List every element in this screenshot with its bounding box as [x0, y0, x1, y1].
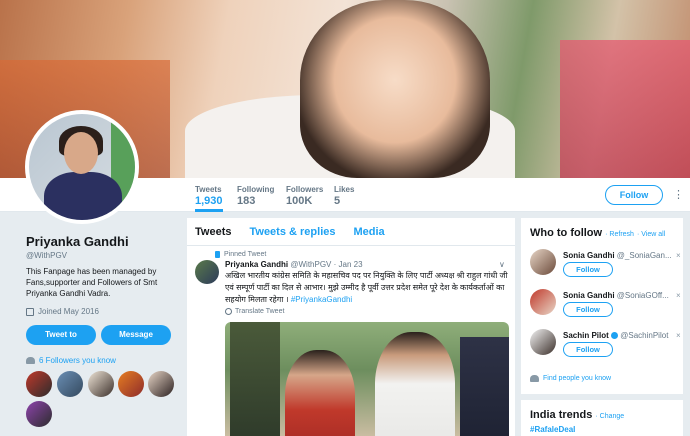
tweet-avatar[interactable]	[195, 260, 219, 284]
stat-likes-value: 5	[334, 195, 341, 207]
translate-text: Translate Tweet	[235, 308, 285, 315]
follower-avatar[interactable]	[88, 371, 114, 397]
suggestion-avatar[interactable]	[530, 329, 556, 355]
tab-tweets-replies[interactable]: Tweets & replies	[249, 226, 335, 238]
suggestion-follow-button[interactable]: Follow	[563, 342, 613, 357]
who-to-follow-title: Who to follow · Refresh · View all	[530, 227, 665, 239]
followers-you-know-text: 6 Followers you know	[39, 356, 116, 365]
verified-icon	[611, 332, 619, 340]
tweet-hashtag[interactable]: #PriyankaGandhi	[291, 295, 352, 304]
profile-bio: This Fanpage has been managed by Fans,su…	[26, 267, 158, 298]
pin-icon	[215, 251, 220, 258]
stat-likes-label: Likes	[334, 185, 355, 194]
globe-icon	[225, 308, 232, 315]
tweet-body: अखिल भारतीय कांग्रेस समिति के महासचिव पद…	[225, 271, 508, 304]
joined-text: Joined May 2016	[38, 307, 99, 316]
suggestion-name[interactable]: Sonia Gandhi @_SoniaGan...	[563, 251, 671, 260]
stat-tweets-label: Tweets	[195, 185, 222, 194]
followers-you-know-link[interactable]: 6 Followers you know	[26, 356, 116, 365]
stat-following[interactable]: Following 183	[237, 185, 274, 207]
find-people-link[interactable]: Find people you know	[530, 375, 611, 382]
stat-followers-value: 100K	[286, 195, 313, 207]
tweet-meta[interactable]: @WithPGV · Jan 23	[290, 260, 362, 269]
stat-likes[interactable]: Likes 5	[334, 185, 354, 207]
close-icon[interactable]: ×	[676, 291, 681, 300]
tab-tweets[interactable]: Tweets	[195, 226, 231, 238]
follower-avatar[interactable]	[57, 371, 83, 397]
suggestion-item: Sonia Gandhi @_SoniaGan... Follow ×	[530, 249, 681, 287]
profile-avatar[interactable]	[25, 110, 139, 224]
tweet-text: अखिल भारतीय कांग्रेस समिति के महासचिव पद…	[225, 270, 509, 306]
suggestion-avatar[interactable]	[530, 289, 556, 315]
chevron-down-icon[interactable]: ∨	[499, 260, 505, 269]
follower-avatar[interactable]	[118, 371, 144, 397]
people-icon	[530, 375, 539, 382]
tweet-author[interactable]: Priyanka Gandhi	[225, 260, 288, 269]
suggestion-name[interactable]: Sonia Gandhi @SoniaGOff...	[563, 291, 671, 300]
follower-avatar[interactable]	[26, 371, 52, 397]
profile-handle[interactable]: @WithPGV	[26, 251, 67, 260]
tweet-header: Priyanka Gandhi @WithPGV · Jan 23	[225, 260, 363, 269]
more-options-icon[interactable]: ⋮	[673, 188, 684, 201]
pinned-tweet-label: Pinned Tweet	[215, 251, 266, 258]
tweet-photo[interactable]	[225, 322, 509, 436]
translate-tweet-link[interactable]: Translate Tweet	[225, 308, 284, 315]
suggestion-name[interactable]: Sachin Pilot @SachinPilot	[563, 331, 671, 340]
tab-media[interactable]: Media	[353, 226, 384, 238]
refresh-link[interactable]: · Refresh	[605, 231, 634, 238]
suggestion-item: Sachin Pilot @SachinPilot Follow ×	[530, 329, 681, 367]
message-button[interactable]: Message	[101, 325, 171, 345]
stat-following-label: Following	[237, 185, 275, 194]
stat-tweets-value: 1,930	[195, 195, 223, 207]
trends-title: India trends · Change	[530, 409, 624, 421]
profile-joined: Joined May 2016	[26, 307, 99, 316]
follow-button[interactable]: Follow	[605, 185, 663, 205]
close-icon[interactable]: ×	[676, 251, 681, 260]
suggestion-avatar[interactable]	[530, 249, 556, 275]
change-link[interactable]: · Change	[595, 413, 624, 420]
view-all-link[interactable]: · View all	[637, 231, 665, 238]
tweet-to-button[interactable]: Tweet to	[26, 325, 96, 345]
timeline-tabs: Tweets Tweets & replies Media	[187, 218, 515, 246]
follower-avatar[interactable]	[148, 371, 174, 397]
stat-tweets[interactable]: Tweets 1,930	[195, 178, 223, 212]
calendar-icon	[26, 307, 34, 316]
suggestion-item: Sonia Gandhi @SoniaGOff... Follow ×	[530, 289, 681, 327]
people-icon	[26, 357, 35, 364]
suggestion-follow-button[interactable]: Follow	[563, 302, 613, 317]
trend-item[interactable]: #RafaleDeal	[530, 425, 575, 434]
stat-followers-label: Followers	[286, 185, 324, 194]
trends-panel: India trends · Change #RafaleDeal	[521, 400, 683, 436]
suggestion-follow-button[interactable]: Follow	[563, 262, 613, 277]
trends-heading: India trends	[530, 409, 593, 421]
pinned-text: Pinned Tweet	[224, 251, 267, 258]
close-icon[interactable]: ×	[676, 331, 681, 340]
who-to-follow-heading: Who to follow	[530, 227, 603, 239]
find-people-text: Find people you know	[543, 375, 612, 382]
who-to-follow-panel: Who to follow · Refresh · View all Sonia…	[521, 218, 683, 394]
follower-avatar[interactable]	[26, 401, 52, 427]
stat-followers[interactable]: Followers 100K	[286, 185, 323, 207]
stat-following-value: 183	[237, 195, 256, 207]
tweets-timeline: Tweets Tweets & replies Media Pinned Twe…	[187, 218, 515, 436]
profile-name: Priyanka Gandhi	[26, 234, 129, 249]
